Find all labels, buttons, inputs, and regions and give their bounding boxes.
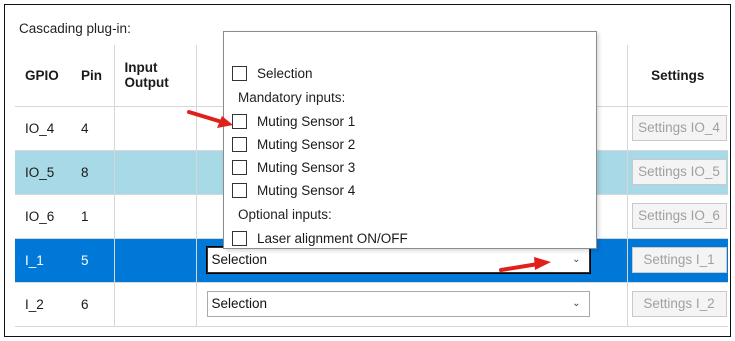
cell-io xyxy=(114,194,197,239)
option-label: Muting Sensor 1 xyxy=(257,113,356,129)
header-pin: Pin xyxy=(71,45,115,107)
option-muting-sensor-4[interactable]: Muting Sensor 4 xyxy=(232,180,355,200)
option-label: Muting Sensor 3 xyxy=(257,159,356,175)
cell-io xyxy=(114,106,197,151)
cell-gpio: I_1 xyxy=(15,238,71,283)
function-select-value: Selection xyxy=(211,252,268,267)
cell-settings: Settings IO_4 xyxy=(627,106,728,151)
muting-sensor-4-checkbox[interactable] xyxy=(232,182,247,198)
cell-pin: 8 xyxy=(71,150,115,195)
settings-button[interactable]: Settings I_1 xyxy=(631,247,727,273)
cell-pin: 6 xyxy=(71,282,115,327)
function-select[interactable]: Selection ⌄ xyxy=(205,246,591,274)
laser-alignment-checkbox[interactable] xyxy=(232,230,247,246)
cell-settings: Settings IO_5 xyxy=(627,150,728,195)
cell-gpio: IO_5 xyxy=(15,150,71,195)
option-muting-sensor-1[interactable]: Muting Sensor 1 xyxy=(232,111,355,131)
settings-button[interactable]: Settings I_2 xyxy=(631,291,727,317)
cell-pin: 4 xyxy=(71,106,115,151)
cell-gpio: IO_6 xyxy=(15,194,71,239)
cell-io xyxy=(114,150,197,195)
function-select[interactable]: Selection ⌄ xyxy=(206,291,590,317)
header-io-line1: Input xyxy=(124,60,158,76)
header-input-output: Input Output xyxy=(114,45,197,107)
settings-button[interactable]: Settings IO_5 xyxy=(631,159,727,185)
table-row[interactable]: I_2 6 Selection ⌄ Settings I_2 xyxy=(15,282,728,327)
option-label: Muting Sensor 2 xyxy=(257,136,356,152)
chevron-down-icon: ⌄ xyxy=(572,254,581,265)
cell-function: Selection ⌄ xyxy=(196,282,628,327)
option-label: Laser alignment ON/OFF xyxy=(257,230,408,246)
cell-pin: 5 xyxy=(71,238,115,283)
settings-button[interactable]: Settings IO_6 xyxy=(631,203,727,229)
option-label: Selection xyxy=(257,65,313,81)
function-select-value: Selection xyxy=(211,296,268,311)
function-dropdown-list: Selection Mandatory inputs: Muting Senso… xyxy=(223,31,597,249)
option-muting-sensor-3[interactable]: Muting Sensor 3 xyxy=(232,157,355,177)
cell-settings: Settings I_2 xyxy=(627,282,728,327)
selection-checkbox[interactable] xyxy=(232,65,247,81)
option-selection[interactable]: Selection xyxy=(232,63,313,83)
header-settings: Settings xyxy=(627,45,728,107)
muting-sensor-2-checkbox[interactable] xyxy=(232,136,247,152)
cell-gpio: IO_4 xyxy=(15,106,71,151)
cell-pin: 1 xyxy=(71,194,115,239)
option-laser-alignment[interactable]: Laser alignment ON/OFF xyxy=(232,228,408,248)
header-io-line2: Output xyxy=(124,75,169,91)
muting-sensor-1-checkbox[interactable] xyxy=(232,113,247,129)
panel-title: Cascading plug-in: xyxy=(19,21,131,36)
group-optional-label: Optional inputs: xyxy=(238,207,332,222)
option-muting-sensor-2[interactable]: Muting Sensor 2 xyxy=(232,134,355,154)
cell-gpio: I_2 xyxy=(15,282,71,327)
header-gpio: GPIO xyxy=(15,45,71,107)
group-mandatory-label: Mandatory inputs: xyxy=(238,90,346,105)
settings-button[interactable]: Settings IO_4 xyxy=(631,115,727,141)
chevron-down-icon: ⌄ xyxy=(572,298,581,309)
muting-sensor-3-checkbox[interactable] xyxy=(232,159,247,175)
cell-io xyxy=(114,238,197,283)
option-label: Muting Sensor 4 xyxy=(257,182,356,198)
cell-io xyxy=(114,282,197,327)
cell-settings: Settings I_1 xyxy=(627,238,728,283)
cell-settings: Settings IO_6 xyxy=(627,194,728,239)
